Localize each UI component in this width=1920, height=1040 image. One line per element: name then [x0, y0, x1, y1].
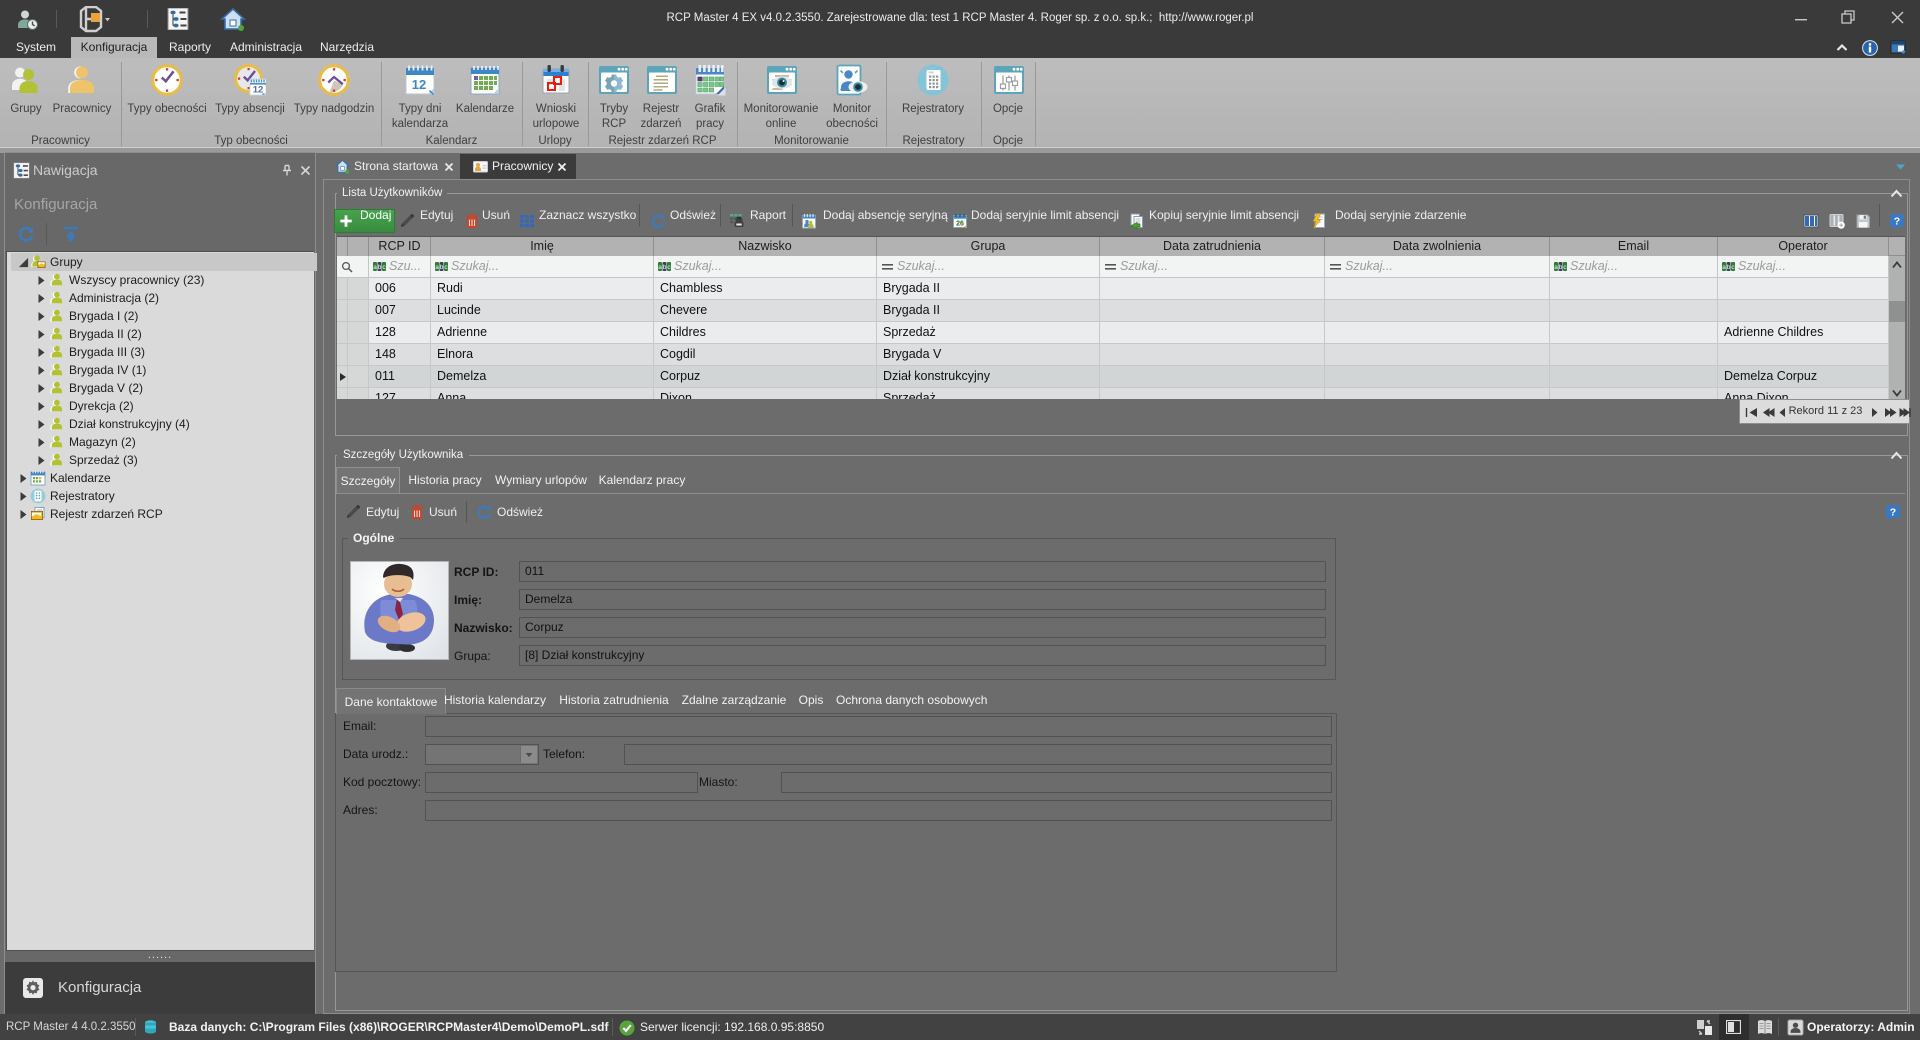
svg-text:a: a: [1554, 264, 1558, 271]
svg-text:c: c: [667, 264, 671, 271]
svg-text:c: c: [382, 264, 386, 271]
svg-text:a: a: [658, 264, 662, 271]
svg-text:c: c: [1563, 264, 1567, 271]
svg-text:a: a: [435, 264, 439, 271]
svg-text:c: c: [444, 264, 448, 271]
svg-text:12: 12: [412, 77, 426, 92]
svg-text:b: b: [440, 264, 444, 271]
svg-text:?: ?: [1894, 216, 1900, 228]
svg-text:b: b: [1727, 264, 1731, 271]
svg-text:12: 12: [253, 85, 264, 96]
svg-text:b: b: [378, 264, 382, 271]
svg-text:a: a: [1722, 264, 1726, 271]
svg-text:a: a: [373, 264, 377, 271]
svg-text:?: ?: [1890, 507, 1896, 519]
svg-text:26: 26: [956, 221, 964, 228]
svg-text:b: b: [663, 264, 667, 271]
svg-text:b: b: [1559, 264, 1563, 271]
svg-text:c: c: [1731, 264, 1735, 271]
